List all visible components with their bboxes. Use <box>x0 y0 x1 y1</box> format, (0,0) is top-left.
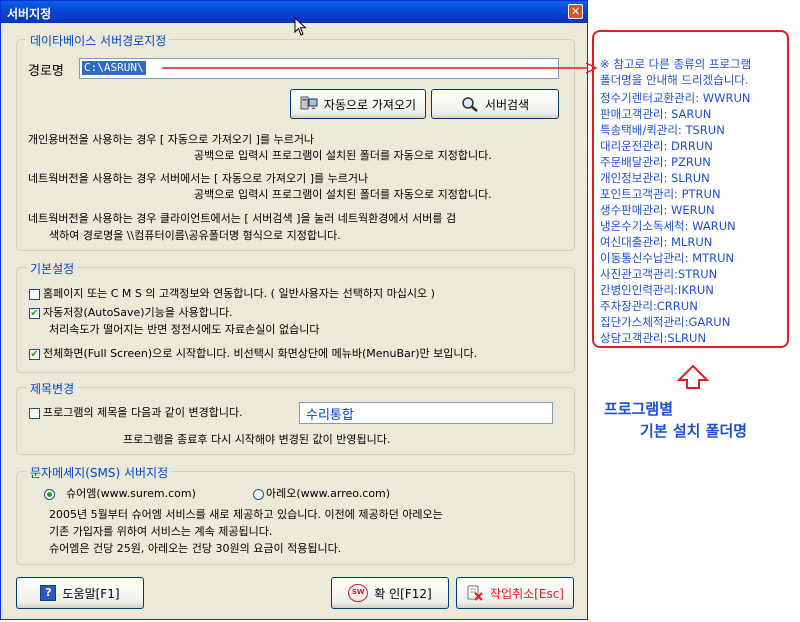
autosave-note: 처리속도가 떨어지는 반면 정전시에도 자료손실이 없습니다 <box>49 323 320 336</box>
title-change-note: 프로그램을 종료후 다시 시작해야 변경된 값이 반영됩니다. <box>123 433 391 446</box>
annotation-item: 대리운전관리: DRRUN <box>600 139 713 153</box>
cms-checkbox[interactable] <box>29 289 40 300</box>
annotation-item: 간병인인력관리:IKRUN <box>600 283 714 297</box>
up-arrow-icon <box>676 364 710 389</box>
mouse-cursor-icon <box>294 17 307 36</box>
cancel-label: 작업취소[Esc] <box>490 586 564 601</box>
fullscreen-checkbox[interactable]: ✔ <box>29 349 40 360</box>
annotation-item: 포인트고객관리: PTRUN <box>600 187 721 201</box>
magnifier-icon <box>462 97 478 112</box>
desc-network-server-2: 공백으로 입력시 프로그램이 설치된 폴더를 자동으로 지정합니다. <box>194 188 492 201</box>
connector-arrow <box>162 62 598 74</box>
help-icon: ? <box>40 585 57 601</box>
path-value: C:\ASRUN\ <box>82 61 146 75</box>
annotation-item: 여신대출관리: MLRUN <box>600 235 713 249</box>
server-settings-dialog: 서버지정 ✕ 데이타베이스 서버경로지정 경로명 C:\ASRUN\ 자동으로 … <box>0 0 588 620</box>
server-search-label: 서버검색 <box>484 97 530 112</box>
path-label: 경로명 <box>28 64 64 79</box>
help-label: 도움말[F1] <box>62 586 120 601</box>
desc-personal-1: 개인용버전을 사용하는 경우 [ 자동으로 가져오기 ]를 누르거나 <box>28 133 315 146</box>
desc-network-client-2: 색하여 경로명을 \\컴퓨터이름\공유폴더명 형식으로 지정합니다. <box>49 229 341 242</box>
window-title: 서버지정 <box>7 7 52 21</box>
sms-info-line-2: 기존 가입자를 위하여 서비스는 계속 제공됩니다. <box>49 525 273 538</box>
cms-label[interactable]: 홈페이지 또는 C M S 의 고객정보와 연동합니다. ( 일반사용자는 선택… <box>43 287 435 301</box>
autosave-label[interactable]: 자동저장(AutoSave)기능을 사용합니다. <box>43 306 233 320</box>
annotation-item: 주문배달관리: PZRUN <box>600 155 711 169</box>
caption-line-2: 기본 설치 폴더명 <box>640 422 748 440</box>
ok-label: 확 인[F12] <box>374 586 432 601</box>
annotation-item: 집단가스체적관리:GARUN <box>600 315 731 329</box>
annotation-item: 냉온수기소독세척: WARUN <box>600 219 736 233</box>
title-change-label: 제목변경 <box>27 380 78 397</box>
fullscreen-label[interactable]: 전체화면(Full Screen)으로 시작합니다. 비선택시 화면상단에 메뉴… <box>43 347 477 361</box>
desc-network-server-1: 네트웍버전을 사용하는 경우 서버에서는 [ 자동으로 가져오기 ]를 누르거나 <box>28 172 369 185</box>
sms-info-line-1: 2005년 5월부터 슈어엠 서비스를 새로 제공하고 있습니다. 이전에 제공… <box>49 508 443 521</box>
desc-network-client-1: 네트웍버전을 사용하는 경우 클라이언트에서는 [ 서버검색 ]을 눌러 네트웍… <box>28 212 457 225</box>
surem-label[interactable]: 슈어엠(www.surem.com) <box>66 487 196 501</box>
sms-info-line-3: 슈어엠은 건당 25원, 아레오는 건당 30원의 요금이 적용됩니다. <box>49 542 342 555</box>
annotation-item: 판매고객관리: SARUN <box>600 107 712 121</box>
ok-stamp-icon: SW <box>348 584 369 602</box>
annotation-item: 생수판매관리: WERUN <box>600 203 715 217</box>
caption-line-1: 프로그램별 <box>604 400 674 418</box>
title-change-text[interactable]: 프로그램의 제목을 다음과 같이 변경합니다. <box>43 406 243 420</box>
annotation-header-1: ※ 참고로 다른 종류의 프로그램 <box>600 57 752 71</box>
annotation-item: 사진관고객관리:STRUN <box>600 267 718 281</box>
annotation-item: 주차장관리:CRRUN <box>600 299 698 313</box>
arreo-radio[interactable] <box>253 489 264 500</box>
cancel-document-icon <box>467 585 483 601</box>
annotation-item: 상담고객관리:SLRUN <box>600 331 707 345</box>
annotation-item: 정수기렌터교환관리: WWRUN <box>600 91 751 105</box>
ok-button[interactable]: SW 확 인[F12] <box>331 577 449 609</box>
desc-personal-2: 공백으로 입력시 프로그램이 설치된 폴더를 자동으로 지정합니다. <box>194 149 492 162</box>
sms-server-label: 문자메세지(SMS) 서버지정 <box>27 464 172 481</box>
auto-fetch-label: 자동으로 가져오기 <box>323 97 417 112</box>
program-title-input[interactable]: 수리통합 <box>299 402 553 424</box>
db-path-group-label: 데이타베이스 서버경로지정 <box>27 32 170 49</box>
autosave-checkbox[interactable]: ✔ <box>29 308 40 319</box>
surem-radio[interactable] <box>44 489 55 500</box>
arreo-label[interactable]: 아레오(www.arreo.com) <box>266 487 390 501</box>
auto-fetch-button[interactable]: 자동으로 가져오기 <box>290 89 426 119</box>
server-search-button[interactable]: 서버검색 <box>431 89 559 119</box>
close-button[interactable]: ✕ <box>568 4 583 19</box>
annotation-item: 특송택배/퀵관리: TSRUN <box>600 123 725 137</box>
annotation-item: 이동통신수납관리: MTRUN <box>600 251 735 265</box>
annotation-header-2: 폴더명을 안내해 드리겠습니다. <box>600 73 749 87</box>
basic-settings-label: 기본설정 <box>27 260 78 277</box>
help-button[interactable]: ? 도움말[F1] <box>16 577 144 609</box>
annotation-item: 개인정보관리: SLRUN <box>600 171 710 185</box>
cancel-button[interactable]: 작업취소[Esc] <box>456 577 574 609</box>
title-change-checkbox[interactable] <box>29 408 40 419</box>
computer-icon <box>300 96 318 110</box>
